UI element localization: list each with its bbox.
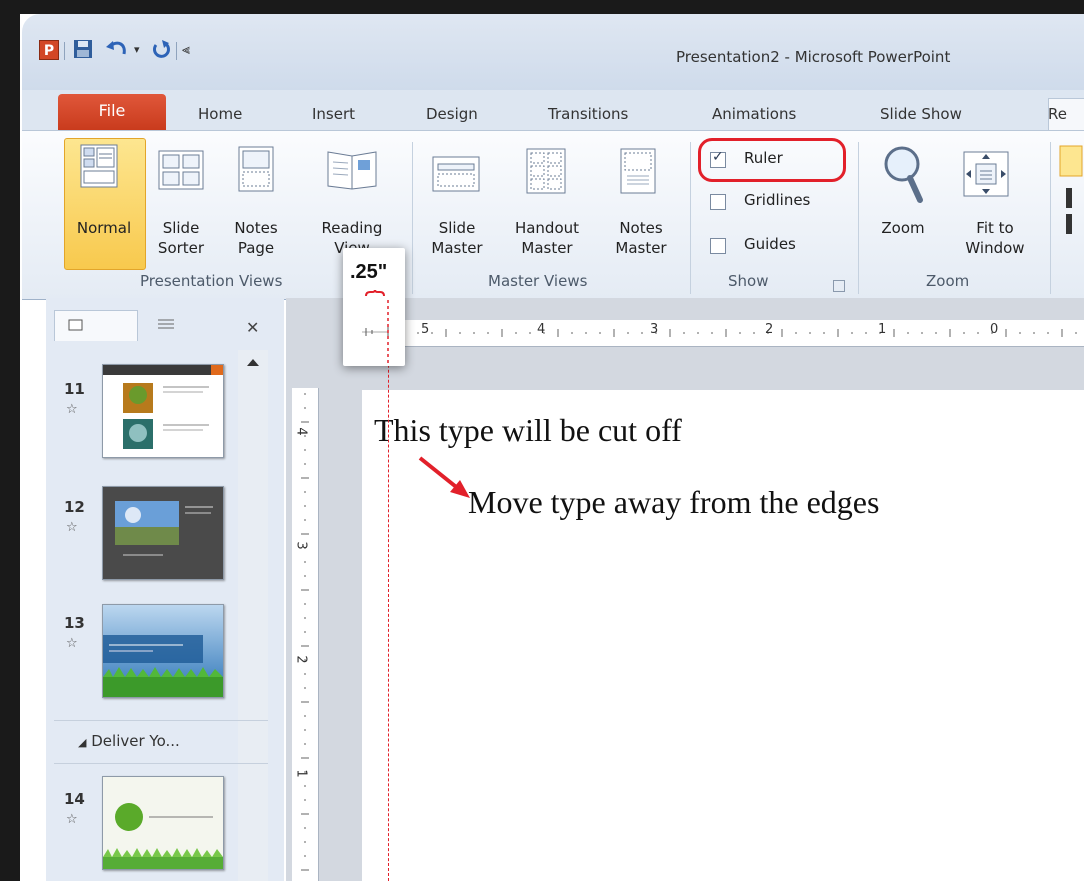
group-separator xyxy=(858,142,859,294)
tab-review-partial[interactable]: Re xyxy=(1048,100,1067,128)
reading-view-icon[interactable] xyxy=(326,146,378,194)
group-separator xyxy=(690,142,691,294)
slide-thumbnail-12[interactable] xyxy=(102,486,224,580)
ruler-label-2: 2 xyxy=(765,322,774,337)
ruler-label-0: 0 xyxy=(990,322,999,337)
tab-insert[interactable]: Insert xyxy=(312,100,355,128)
horizontal-ruler-ticks xyxy=(361,329,1077,337)
slide-number-12: 12 xyxy=(64,498,85,516)
slide-number-11: 11 xyxy=(64,380,85,398)
collapse-triangle-icon[interactable]: ◢ xyxy=(78,736,86,749)
slide-master-icon[interactable] xyxy=(432,156,480,196)
handout-master-button[interactable]: Handout Master xyxy=(506,218,588,258)
section-title[interactable]: ◢ Deliver Yo... xyxy=(78,732,180,750)
undo-dropdown-icon[interactable]: ▾ xyxy=(134,38,140,62)
slide-thumbnail-14[interactable] xyxy=(102,776,224,870)
handout-master-icon[interactable] xyxy=(526,148,566,198)
fit-to-window-icon[interactable] xyxy=(962,150,1010,202)
next-group-partial-icon[interactable] xyxy=(1058,144,1084,278)
magnifier-ruler-detail xyxy=(362,290,389,364)
notes-master-button[interactable]: Notes Master xyxy=(604,218,678,258)
group-label-master-views: Master Views xyxy=(488,272,588,290)
normal-view-button[interactable]: Normal xyxy=(64,218,144,238)
vertical-ruler-ticks xyxy=(301,393,309,871)
tab-design[interactable]: Design xyxy=(426,100,478,128)
slide-sorter-icon[interactable] xyxy=(158,150,204,194)
customize-qat-icon[interactable]: ⫷ xyxy=(182,38,190,62)
transition-star-icon: ☆ xyxy=(66,812,78,827)
ruler-label-5: 5 xyxy=(421,322,430,337)
vruler-label-1: 1 xyxy=(293,769,309,778)
ruler-annotation-circle xyxy=(698,138,846,182)
powerpoint-icon[interactable]: P xyxy=(39,40,59,60)
tab-slides[interactable] xyxy=(54,310,138,341)
undo-icon[interactable] xyxy=(104,38,130,62)
transition-star-icon: ☆ xyxy=(66,520,78,535)
slide-text-cut-off[interactable]: This type will be cut off xyxy=(374,412,682,449)
slide-text-move-away[interactable]: Move type away from the edges xyxy=(468,484,879,521)
group-label-presentation-views: Presentation Views xyxy=(140,272,283,290)
annotation-arrow-icon xyxy=(418,456,470,498)
group-label-zoom: Zoom xyxy=(926,272,970,290)
guides-label: Guides xyxy=(744,235,796,253)
notes-page-icon[interactable] xyxy=(238,146,274,196)
slide-master-button[interactable]: Slide Master xyxy=(424,218,490,258)
ruler-label-1: 1 xyxy=(878,322,887,337)
notes-master-icon[interactable] xyxy=(620,148,656,198)
slide-thumbnail-11[interactable] xyxy=(102,364,224,458)
normal-view-icon[interactable] xyxy=(80,144,118,192)
vertical-ruler[interactable] xyxy=(292,388,319,881)
tab-transitions[interactable]: Transitions xyxy=(548,100,628,128)
qat-separator xyxy=(64,42,65,60)
group-separator xyxy=(1050,142,1051,294)
zoom-magnifier-icon[interactable] xyxy=(880,144,924,208)
transition-star-icon: ☆ xyxy=(66,636,78,651)
window-title: Presentation2 - Microsoft PowerPoint xyxy=(676,48,951,66)
section-label: Deliver Yo... xyxy=(91,732,180,750)
tab-file[interactable]: File xyxy=(58,94,166,130)
tab-animations[interactable]: Animations xyxy=(712,100,796,128)
group-separator xyxy=(412,142,413,294)
quarter-inch-margin-guide xyxy=(388,300,389,881)
fit-to-window-button[interactable]: Fit to Window xyxy=(948,218,1042,258)
ruler-label-4: 4 xyxy=(537,322,546,337)
vruler-label-3: 3 xyxy=(293,541,309,550)
ruler-label-3: 3 xyxy=(650,322,659,337)
notes-page-button[interactable]: Notes Page xyxy=(230,218,282,258)
guides-checkbox[interactable] xyxy=(710,238,726,254)
transition-star-icon: ☆ xyxy=(66,402,78,417)
tab-slide-show[interactable]: Slide Show xyxy=(880,100,962,128)
tab-home[interactable]: Home xyxy=(198,100,242,128)
redo-icon[interactable] xyxy=(150,38,172,62)
tab-outline[interactable] xyxy=(140,310,200,340)
gridlines-label: Gridlines xyxy=(744,191,811,209)
slide-sorter-button[interactable]: Slide Sorter xyxy=(150,218,212,258)
qat-separator xyxy=(176,42,177,60)
slides-pane-scrollbar[interactable] xyxy=(238,350,268,881)
quarter-inch-label: .25" xyxy=(350,261,388,283)
group-label-show: Show xyxy=(728,272,769,290)
gridlines-checkbox[interactable] xyxy=(710,194,726,210)
slide-number-14: 14 xyxy=(64,790,85,808)
slide-number-13: 13 xyxy=(64,614,85,632)
vruler-label-4: 4 xyxy=(293,427,309,436)
show-dialog-launcher-icon[interactable] xyxy=(833,280,845,292)
horizontal-ruler[interactable] xyxy=(356,320,1084,347)
save-icon[interactable] xyxy=(72,38,94,62)
close-pane-icon[interactable]: ✕ xyxy=(246,318,259,337)
vruler-label-2: 2 xyxy=(293,655,309,664)
slide-thumbnail-13[interactable] xyxy=(102,604,224,698)
zoom-button[interactable]: Zoom xyxy=(868,218,938,238)
